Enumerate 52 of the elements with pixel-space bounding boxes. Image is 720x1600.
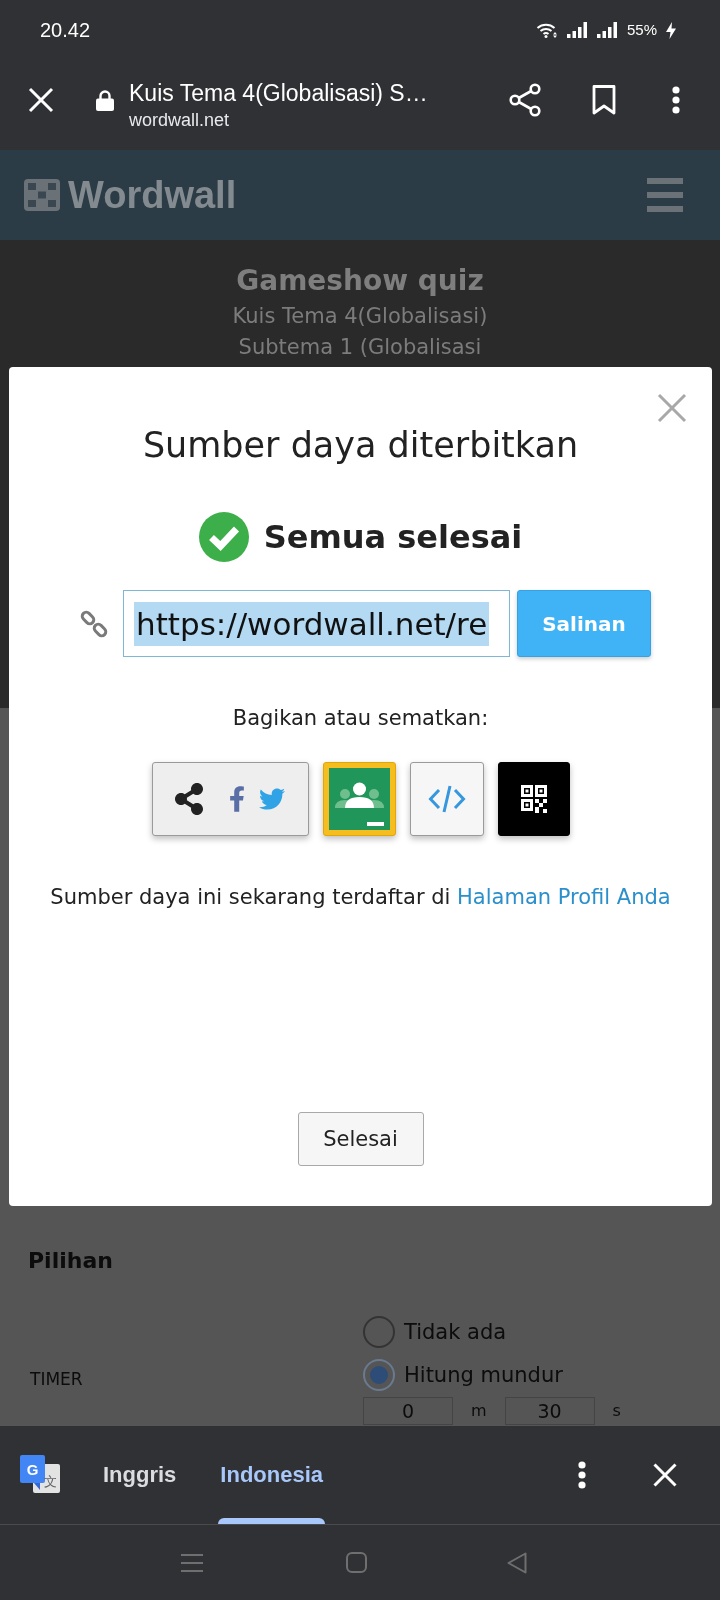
menu-icon[interactable] bbox=[647, 178, 683, 212]
unit-label: s bbox=[612, 1401, 621, 1421]
activity-type: Gameshow quiz bbox=[236, 263, 484, 299]
wifi-icon bbox=[535, 22, 558, 38]
embed-button[interactable] bbox=[409, 762, 484, 836]
clock-time: 20.42 bbox=[40, 18, 91, 42]
unit-label: m bbox=[471, 1401, 487, 1421]
share-icon bbox=[175, 783, 203, 815]
share-icon[interactable] bbox=[509, 83, 541, 117]
radio-button[interactable] bbox=[363, 1359, 395, 1391]
logo-grid-icon bbox=[24, 179, 60, 211]
battery-percent: 55% bbox=[626, 21, 657, 39]
code-icon bbox=[427, 784, 466, 814]
bookmark-icon[interactable] bbox=[592, 85, 616, 115]
language-tab[interactable]: Inggris bbox=[101, 1426, 179, 1524]
back-icon[interactable] bbox=[507, 1551, 527, 1574]
language-tab[interactable]: Indonesia bbox=[218, 1426, 326, 1524]
radio-button[interactable] bbox=[363, 1316, 395, 1348]
dialog-title: Sumber daya diterbitkan bbox=[142, 425, 579, 465]
profile-note: Sumber daya ini sekarang terdaftar di Halaman Profil Anda bbox=[50, 884, 671, 911]
option-label: Tidak ada bbox=[404, 1319, 507, 1345]
classroom-board-icon bbox=[328, 768, 390, 830]
done-button[interactable]: Selesai bbox=[297, 1112, 424, 1166]
status-text: Semua selesai bbox=[263, 517, 523, 557]
option-label: Hitung mundur bbox=[404, 1362, 563, 1388]
number-field[interactable]: 0 bbox=[363, 1397, 453, 1425]
more-icon[interactable] bbox=[578, 1461, 586, 1489]
bird-icon bbox=[259, 786, 285, 812]
page-url: wordwall.net bbox=[129, 109, 230, 131]
lock-icon bbox=[96, 89, 114, 111]
logo-text: Wordwall bbox=[68, 173, 237, 217]
share-social-button[interactable] bbox=[151, 762, 309, 836]
qr-code-icon bbox=[520, 785, 547, 813]
more-icon[interactable] bbox=[672, 86, 680, 114]
qr-button[interactable] bbox=[497, 762, 570, 836]
recent-apps-icon[interactable] bbox=[181, 1553, 203, 1572]
signal-icon bbox=[596, 22, 618, 38]
share-prompt: Bagikan atau sematkan: bbox=[232, 705, 489, 732]
profile-link[interactable]: Halaman Profil Anda bbox=[457, 885, 671, 909]
number-field[interactable]: 30 bbox=[504, 1397, 595, 1425]
check-circle-icon bbox=[198, 512, 249, 562]
facebook-icon bbox=[229, 786, 245, 812]
signal-icon bbox=[566, 22, 588, 38]
url-field[interactable]: https://wordwall.net/re bbox=[123, 590, 510, 657]
charging-bolt-icon bbox=[666, 21, 676, 39]
options-heading: Pilihan bbox=[28, 1247, 113, 1275]
activity-title: Kuis Tema 4(Globalisasi) Subtema 1 (Globalisasi bbox=[231, 303, 489, 361]
classroom-button[interactable] bbox=[322, 762, 396, 836]
link-icon bbox=[80, 609, 108, 638]
page-title: Kuis Tema 4(Globalisasi) S… bbox=[129, 79, 428, 107]
timer-label: TIMER bbox=[30, 1368, 83, 1390]
home-icon[interactable] bbox=[346, 1552, 367, 1573]
